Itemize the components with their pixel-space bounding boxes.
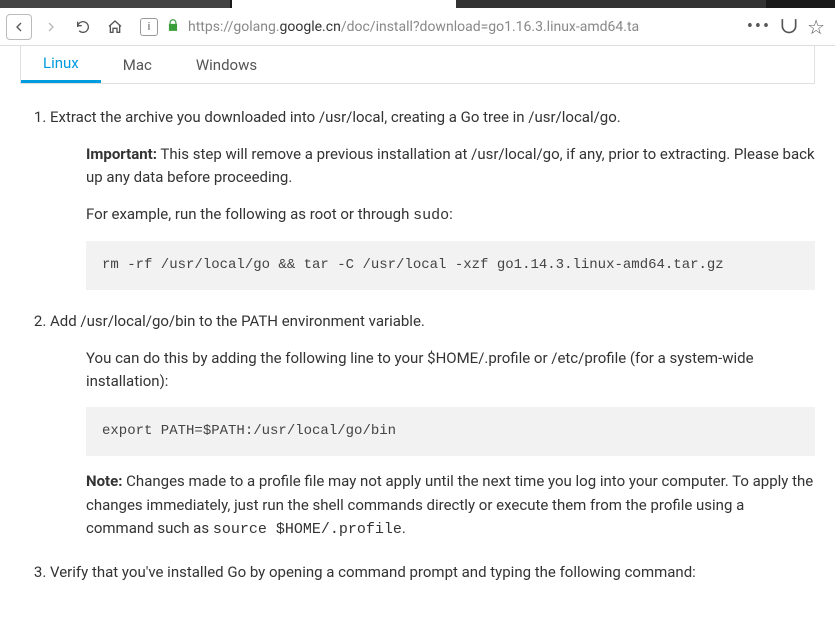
step-3-lead: Verify that you've installed Go by openi…: [50, 563, 696, 581]
forward-button[interactable]: [38, 14, 64, 40]
install-steps: Extract the archive you downloaded into …: [50, 106, 815, 584]
step-2-lead: Add /usr/local/go/bin to the PATH enviro…: [50, 312, 425, 330]
more-actions-icon[interactable]: •••: [747, 16, 771, 37]
step-1-important: Important: This step will remove a previ…: [86, 143, 815, 190]
step-2-note: Note: Changes made to a profile file may…: [86, 470, 815, 541]
sudo-code: sudo: [413, 207, 449, 224]
note-label: Note:: [86, 472, 122, 490]
step-1: Extract the archive you downloaded into …: [50, 106, 815, 290]
step-1-lead: Extract the archive you downloaded into …: [50, 108, 621, 126]
back-button[interactable]: [6, 14, 32, 40]
site-info-icon[interactable]: i: [140, 18, 158, 36]
lock-icon: [166, 18, 180, 36]
tab-mac[interactable]: Mac: [101, 46, 174, 83]
home-button[interactable]: [102, 14, 128, 40]
step-2-desc: You can do this by adding the following …: [86, 347, 815, 394]
address-bar[interactable]: i https://golang.google.cn/doc/install?d…: [134, 13, 741, 41]
os-tabs: Linux Mac Windows: [20, 46, 815, 84]
important-label: Important:: [86, 145, 157, 163]
reader-view-icon[interactable]: [779, 15, 799, 39]
reload-button[interactable]: [70, 14, 96, 40]
tab-windows[interactable]: Windows: [174, 46, 279, 83]
browser-toolbar: i https://golang.google.cn/doc/install?d…: [0, 8, 835, 46]
tab-linux[interactable]: Linux: [21, 46, 101, 83]
step-2: Add /usr/local/go/bin to the PATH enviro…: [50, 310, 815, 541]
bookmark-star-icon[interactable]: ☆: [807, 15, 825, 39]
step-1-command[interactable]: rm -rf /usr/local/go && tar -C /usr/loca…: [86, 241, 815, 290]
page-content: Linux Mac Windows Extract the archive yo…: [0, 46, 835, 624]
url-text: https://golang.google.cn/doc/install?dow…: [188, 19, 639, 35]
step-1-example: For example, run the following as root o…: [86, 203, 815, 227]
tab-strip: [0, 0, 835, 8]
step-2-command[interactable]: export PATH=$PATH:/usr/local/go/bin: [86, 407, 815, 456]
source-code: source $HOME/.profile: [213, 521, 402, 538]
step-3: Verify that you've installed Go by openi…: [50, 561, 815, 584]
